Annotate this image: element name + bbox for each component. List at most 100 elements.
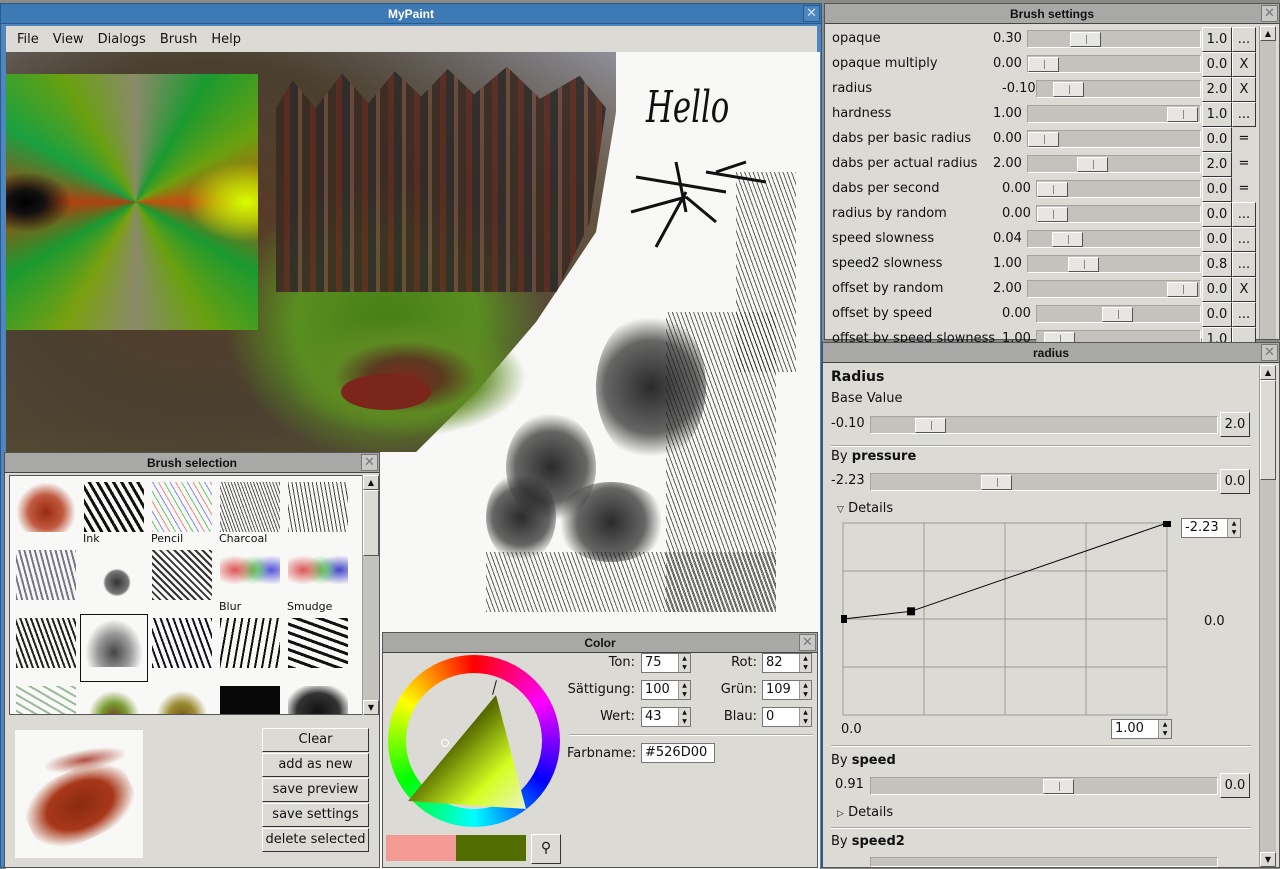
brush-selection-titlebar[interactable]: Brush selection ✕ bbox=[5, 453, 379, 473]
scroll-down-icon[interactable]: ▼ bbox=[1260, 852, 1276, 867]
slider-thumb[interactable] bbox=[981, 475, 1012, 490]
delete-selected-button[interactable]: delete selected bbox=[262, 828, 369, 852]
setting-slider[interactable] bbox=[1027, 230, 1201, 248]
curve-ymax-spin[interactable]: -2.23 ▲ ▼ bbox=[1181, 518, 1241, 538]
scroll-up-icon[interactable]: ▲ bbox=[1260, 365, 1276, 380]
setting-base-button[interactable]: 0.0 bbox=[1202, 202, 1232, 227]
setting-base-button[interactable]: 1.0 bbox=[1202, 102, 1232, 127]
setting-action-button[interactable]: = bbox=[1232, 152, 1256, 177]
slider-thumb[interactable] bbox=[1028, 132, 1059, 147]
slider-thumb[interactable] bbox=[1037, 182, 1068, 197]
brush-thumbnail[interactable]: Charcoal bbox=[216, 478, 284, 546]
setting-base-button[interactable]: 0.0 bbox=[1202, 177, 1232, 202]
setting-slider[interactable] bbox=[1027, 105, 1201, 123]
setting-action-button[interactable]: ... bbox=[1232, 252, 1256, 277]
close-icon[interactable]: ✕ bbox=[799, 634, 816, 651]
scroll-thumb[interactable] bbox=[1260, 380, 1276, 480]
slider-thumb[interactable] bbox=[1167, 107, 1198, 122]
slider-thumb[interactable] bbox=[1037, 207, 1068, 222]
setting-action-button[interactable]: = bbox=[1232, 177, 1256, 202]
previous-color-swatch[interactable] bbox=[386, 835, 456, 861]
spin-arrows-icon[interactable]: ▲ ▼ bbox=[678, 681, 690, 699]
setting-base-button[interactable]: 2.0 bbox=[1202, 77, 1232, 102]
setting-slider[interactable] bbox=[1027, 55, 1201, 73]
setting-action-button[interactable]: X bbox=[1232, 77, 1256, 102]
brush-thumbnail[interactable] bbox=[80, 546, 148, 614]
brush-thumbnail[interactable] bbox=[12, 614, 80, 682]
brush-thumbnail[interactable] bbox=[284, 614, 352, 682]
setting-base-button[interactable]: 0.0 bbox=[1202, 302, 1232, 327]
ton-spin[interactable]: 75 ▲ ▼ bbox=[641, 653, 691, 673]
brush-settings-scrollbar[interactable]: ▲ bbox=[1259, 26, 1276, 339]
pressure-curve-editor[interactable] bbox=[841, 521, 1171, 717]
curve-xmax-spin[interactable]: 1.00 ▲ ▼ bbox=[1111, 719, 1172, 739]
brush-thumbnail[interactable] bbox=[148, 614, 216, 682]
speed-reset-button[interactable]: 0.0 bbox=[1220, 773, 1250, 798]
spin-arrows-icon[interactable]: ▲ ▼ bbox=[1227, 519, 1240, 537]
pressure-details-expander[interactable]: ▽ Details bbox=[837, 501, 893, 516]
close-icon[interactable]: ✕ bbox=[361, 454, 378, 471]
setting-action-button[interactable]: ... bbox=[1232, 227, 1256, 252]
spin-arrows-icon[interactable]: ▲ ▼ bbox=[678, 654, 690, 672]
brush-thumbnail[interactable] bbox=[148, 546, 216, 614]
close-icon[interactable]: ✕ bbox=[1261, 344, 1278, 361]
speed-details-expander[interactable]: ▷ Details bbox=[837, 805, 893, 820]
brush-settings-titlebar[interactable]: Brush settings ✕ bbox=[825, 4, 1279, 24]
setting-slider[interactable] bbox=[1036, 80, 1201, 98]
scroll-up-icon[interactable]: ▲ bbox=[363, 475, 379, 490]
save-settings-button[interactable]: save settings bbox=[262, 803, 369, 827]
close-icon[interactable]: ✕ bbox=[803, 5, 820, 22]
setting-action-button[interactable]: X bbox=[1232, 277, 1256, 302]
pressure-slider[interactable] bbox=[870, 473, 1218, 491]
setting-base-button[interactable]: 0.0 bbox=[1202, 227, 1232, 252]
curve-control-point[interactable] bbox=[1163, 521, 1171, 527]
setting-base-button[interactable]: 2.0 bbox=[1202, 152, 1232, 177]
curve-control-point[interactable] bbox=[841, 615, 847, 623]
brush-thumbnail[interactable] bbox=[80, 614, 148, 682]
brush-thumbnail[interactable]: Ink bbox=[80, 478, 148, 546]
spin-arrows-icon[interactable]: ▲ ▼ bbox=[799, 708, 811, 726]
spin-arrows-icon[interactable]: ▲ ▼ bbox=[1158, 720, 1171, 738]
menu-file[interactable]: File bbox=[10, 32, 46, 47]
farbname-input[interactable]: #526D00 bbox=[641, 743, 715, 763]
setting-action-button[interactable]: X bbox=[1232, 52, 1256, 77]
setting-slider[interactable] bbox=[1027, 280, 1201, 298]
base-value-slider[interactable] bbox=[870, 416, 1218, 434]
close-icon[interactable]: ✕ bbox=[1261, 5, 1278, 22]
setting-action-button[interactable]: = bbox=[1232, 127, 1256, 152]
main-titlebar[interactable]: MyPaint ✕ bbox=[1, 4, 821, 24]
color-titlebar[interactable]: Color ✕ bbox=[383, 633, 817, 653]
blau-spin[interactable]: 0 ▲ ▼ bbox=[762, 707, 812, 727]
slider-thumb[interactable] bbox=[1052, 232, 1083, 247]
slider-thumb[interactable] bbox=[1043, 779, 1074, 794]
hue-wheel[interactable] bbox=[388, 655, 560, 827]
setting-slider[interactable] bbox=[1036, 205, 1201, 223]
spin-arrows-icon[interactable]: ▲ ▼ bbox=[799, 681, 811, 699]
slider-thumb[interactable] bbox=[1070, 32, 1101, 47]
spin-arrows-icon[interactable]: ▲ ▼ bbox=[799, 654, 811, 672]
radius-titlebar[interactable]: radius ✕ bbox=[823, 343, 1279, 363]
clear-button[interactable]: Clear bbox=[262, 728, 369, 752]
setting-base-button[interactable]: 0.8 bbox=[1202, 252, 1232, 277]
brush-thumbnail[interactable]: Smudge bbox=[284, 546, 352, 614]
slider-thumb[interactable] bbox=[1077, 157, 1108, 172]
radius-scrollbar[interactable]: ▲ ▼ bbox=[1259, 365, 1276, 867]
setting-base-button[interactable]: 0.0 bbox=[1202, 277, 1232, 302]
slider-thumb[interactable] bbox=[1068, 257, 1099, 272]
color-marker[interactable] bbox=[441, 739, 449, 747]
wert-spin[interactable]: 43 ▲ ▼ bbox=[641, 707, 691, 727]
menu-help[interactable]: Help bbox=[204, 32, 248, 47]
setting-slider[interactable] bbox=[1036, 180, 1201, 198]
brush-thumbnail[interactable] bbox=[148, 682, 216, 714]
setting-slider[interactable] bbox=[1027, 155, 1201, 173]
setting-base-button[interactable]: 1.0 bbox=[1202, 27, 1232, 52]
scroll-up-icon[interactable]: ▲ bbox=[1260, 26, 1276, 41]
brush-thumbnail[interactable] bbox=[12, 682, 80, 714]
brush-thumbnail[interactable] bbox=[284, 682, 352, 714]
add-as-new-button[interactable]: add as new bbox=[262, 753, 369, 777]
brush-grid-scrollbar[interactable]: ▲ ▼ bbox=[362, 475, 379, 715]
brush-thumbnail[interactable] bbox=[80, 682, 148, 714]
slider-thumb[interactable] bbox=[1102, 307, 1133, 322]
setting-action-button[interactable]: ... bbox=[1232, 102, 1256, 127]
speed-slider[interactable] bbox=[870, 777, 1218, 795]
